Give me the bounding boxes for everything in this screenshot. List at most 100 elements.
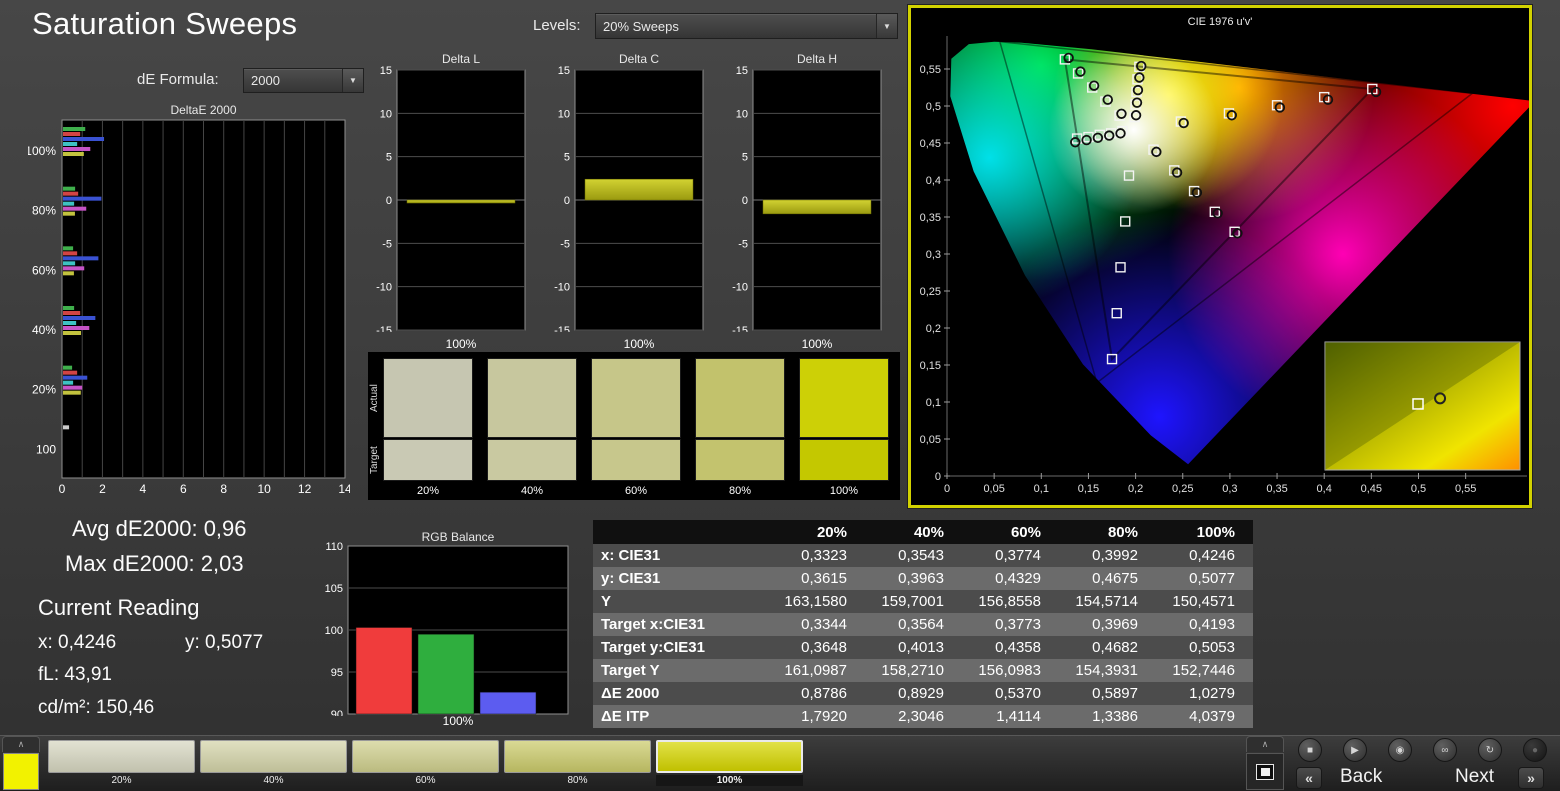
continuous-icon: ∞ — [1441, 745, 1448, 756]
chart-title: Delta H — [753, 52, 881, 66]
record-button[interactable]: ● — [1523, 738, 1547, 762]
sweep-tab-100%[interactable]: 100% — [656, 740, 803, 788]
axis-tick-label: 90 — [331, 709, 343, 716]
chart-xlabel: 100% — [397, 337, 525, 351]
axis-tick-label: 5 — [564, 152, 570, 164]
deltae-bar — [63, 316, 95, 320]
chart-title: Delta L — [397, 52, 525, 66]
pattern-window-button[interactable] — [1246, 753, 1284, 790]
delta-chart-delta-h: Delta H151050-5-10-15100% — [723, 52, 893, 351]
axis-tick-label: 0,45 — [920, 138, 941, 150]
collapse-right-tab[interactable]: ∧ — [1246, 736, 1284, 752]
table-row-label: y: CIE31 — [593, 567, 768, 590]
table-row: Target y:CIE310,36480,40130,43580,46820,… — [593, 636, 1253, 659]
sweep-tab-40%[interactable]: 40% — [200, 740, 347, 788]
chevron-down-icon[interactable]: ▼ — [876, 14, 897, 38]
sweep-tab-80%[interactable]: 80% — [504, 740, 651, 788]
actual-row-label: Actual — [369, 358, 380, 438]
axis-tick-label: 105 — [325, 583, 343, 595]
deltae-bar — [63, 137, 104, 141]
stop-button[interactable]: ■ — [1298, 738, 1322, 762]
chevron-down-icon[interactable]: ▼ — [342, 69, 363, 92]
levels-dropdown[interactable]: 20% Sweeps ▼ — [595, 13, 898, 39]
actual-swatch — [487, 358, 577, 438]
table-cell: 158,2710 — [865, 659, 962, 682]
cie-diagram: 0,550,50,450,40,350,30,250,20,150,10,050… — [911, 8, 1529, 505]
table-row: Target x:CIE310,33440,35640,37730,39690,… — [593, 613, 1253, 636]
calman-saturation-sweeps-window: Saturation Sweeps Levels: 20% Sweeps ▼ d… — [0, 0, 1560, 791]
table-cell: 2,3046 — [865, 705, 962, 728]
sweep-tab-label: 100% — [656, 775, 803, 786]
sweep-tab-label: 80% — [504, 775, 651, 786]
deltae-bar — [63, 326, 89, 330]
actual-swatch — [799, 358, 889, 438]
play-button[interactable]: ▶ — [1343, 738, 1367, 762]
deltae-bar — [63, 366, 72, 370]
axis-tick-label: 100 — [325, 625, 343, 637]
table-row-label: Y — [593, 590, 768, 613]
axis-tick-label: 10 — [736, 108, 748, 120]
axis-tick-label: -5 — [382, 238, 392, 250]
chevron-up-icon: ∧ — [1262, 739, 1269, 750]
table-header-blank — [593, 520, 768, 544]
swatch-label: 20% — [383, 485, 473, 497]
axis-tick-label: 0,25 — [920, 286, 941, 298]
cie-diagram-panel[interactable]: CIE 1976 u'v' 0,550,50,450,40,350,30,250… — [908, 5, 1532, 508]
target-swatch — [383, 439, 473, 481]
axis-tick-label: 0 — [59, 482, 66, 496]
back-button[interactable]: Back — [1340, 766, 1382, 788]
bottom-control-bar: ∧ 20%40%60%80%100% ∧ ■▶◉∞↻● « Back Next … — [0, 735, 1560, 791]
table-header: 40% — [865, 520, 962, 544]
deltae-bar — [63, 192, 78, 196]
deltae-bar — [63, 381, 73, 385]
back-chevron-button[interactable]: « — [1296, 767, 1322, 789]
actual-swatch — [383, 358, 473, 438]
table-cell: 1,3386 — [1059, 705, 1156, 728]
axis-tick-label: 0 — [564, 195, 570, 207]
collapse-left-tab[interactable]: ∧ — [2, 736, 40, 752]
deltae-bar — [63, 376, 87, 380]
measure-icon: ◉ — [1396, 745, 1405, 756]
de-formula-dropdown[interactable]: 2000 ▼ — [243, 68, 364, 93]
axis-tick-label: -10 — [554, 282, 570, 294]
axis-tick-label: 0,5 — [1411, 483, 1426, 495]
target-swatch — [487, 439, 577, 481]
sweep-tab-20%[interactable]: 20% — [48, 740, 195, 788]
measure-button[interactable]: ◉ — [1388, 738, 1412, 762]
deltae-category-label: 80% — [32, 204, 56, 218]
next-button[interactable]: Next — [1455, 766, 1494, 788]
current-reading-heading: Current Reading — [38, 595, 199, 621]
table-cell: 1,7920 — [768, 705, 865, 728]
sweep-tab-label: 20% — [48, 775, 195, 786]
rgb-bar-green — [418, 634, 474, 714]
deltae-bar — [63, 391, 81, 395]
deltae-bar — [63, 251, 77, 255]
refresh-icon: ↻ — [1486, 745, 1494, 756]
refresh-button[interactable]: ↻ — [1478, 738, 1502, 762]
axis-tick-label: 14 — [338, 482, 350, 496]
current-patch-color — [3, 753, 39, 790]
delta-chart-plot: 151050-5-10-15 — [723, 66, 893, 332]
axis-tick-label: 0,2 — [1128, 483, 1143, 495]
sweep-tab-swatch — [504, 740, 651, 773]
continuous-button[interactable]: ∞ — [1433, 738, 1457, 762]
sweep-tab-swatch — [200, 740, 347, 773]
deltae-bar — [63, 132, 80, 136]
next-chevron-button[interactable]: » — [1518, 767, 1544, 789]
sweep-tab-60%[interactable]: 60% — [352, 740, 499, 788]
table-cell: 0,3323 — [768, 544, 865, 567]
table-cell: 0,5053 — [1156, 636, 1253, 659]
axis-tick-label: 0 — [742, 195, 748, 207]
table-cell: 0,4246 — [1156, 544, 1253, 567]
rgb-bar-blue — [480, 692, 536, 714]
axis-tick-label: 6 — [180, 482, 187, 496]
delta-chart-plot: 151050-5-10-15 — [545, 66, 715, 332]
cdm2-stat: cd/m²: 150,46 — [38, 697, 154, 719]
table-cell: 1,0279 — [1156, 682, 1253, 705]
deltae-category-label: 40% — [32, 323, 56, 337]
rgb-balance-chart: 1101051009590 — [318, 542, 576, 716]
target-swatch — [591, 439, 681, 481]
axis-tick-label: -15 — [732, 325, 748, 332]
table-cell: 0,4682 — [1059, 636, 1156, 659]
swatch-column-20%: 20% — [383, 358, 473, 497]
